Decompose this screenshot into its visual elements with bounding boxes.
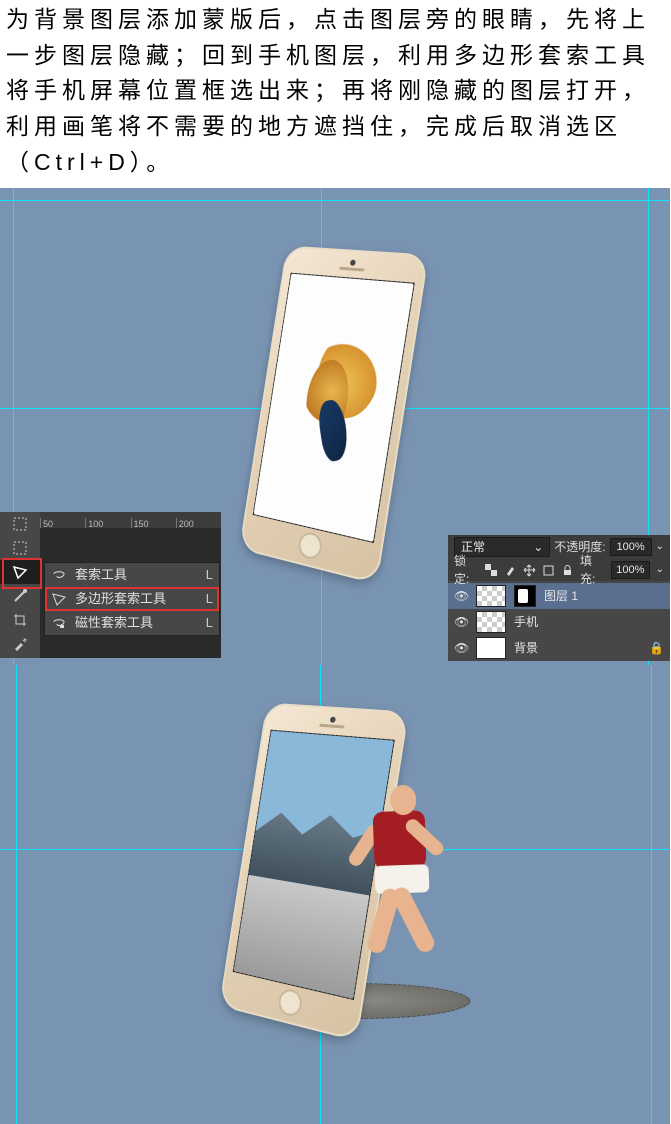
- tool-shortcut: L: [206, 613, 213, 633]
- phone-camera: [330, 717, 336, 723]
- ps-tool-column: [0, 512, 40, 658]
- phone-speaker: [339, 267, 364, 272]
- ruler-tick: 200: [176, 518, 221, 528]
- phone-camera: [350, 260, 356, 266]
- magnetic-lasso-tool-item[interactable]: 磁性套索工具 L: [45, 611, 219, 635]
- ps-layers-panel: 正常 ⌄ 不透明度: 100% ⌄ 锁定: 填充: 100% ⌄: [448, 535, 670, 661]
- lock-icon: 🔒: [649, 639, 664, 658]
- lock-position-icon[interactable]: [523, 564, 536, 577]
- layer-mask-thumbnail[interactable]: [514, 585, 536, 607]
- phone-speaker: [319, 724, 344, 729]
- phone-mockup: [239, 246, 429, 585]
- fill-label: 填充:: [580, 552, 605, 589]
- layers-header-row: 正常 ⌄ 不透明度: 100% ⌄: [448, 535, 670, 559]
- chevron-down-icon[interactable]: ⌄: [656, 539, 664, 555]
- layer-name[interactable]: 手机: [514, 613, 538, 632]
- layers-list: 👁 图层 1 👁 手机 👁 背景 🔒: [448, 581, 670, 661]
- layers-lock-row: 锁定: 填充: 100% ⌄: [448, 559, 670, 581]
- chevron-down-icon: ⌄: [533, 538, 543, 557]
- visibility-eye-icon[interactable]: 👁: [454, 587, 468, 606]
- lasso-icon: [51, 567, 67, 583]
- guide-vertical: [16, 665, 17, 1124]
- guide-vertical: [651, 665, 652, 1124]
- layer-thumbnail[interactable]: [476, 611, 506, 633]
- tool-highlight: [2, 558, 42, 589]
- running-man-graphic: [342, 783, 469, 977]
- layer-thumbnail[interactable]: [476, 585, 506, 607]
- phone-screen-selection: [253, 273, 415, 543]
- layer-name[interactable]: 背景: [514, 639, 538, 658]
- layer-row[interactable]: 👁 手机: [448, 609, 670, 635]
- eyedropper-tool-icon[interactable]: [0, 632, 40, 656]
- lock-all-icon[interactable]: [561, 564, 574, 577]
- magnetic-lasso-icon: [51, 615, 67, 631]
- guide-horizontal: [0, 200, 670, 201]
- tutorial-instruction-text: 为背景图层添加蒙版后，点击图层旁的眼睛，先将上一步图层隐藏；回到手机图层，利用多…: [0, 0, 671, 188]
- phone-home-button: [297, 530, 324, 561]
- tool-shortcut: L: [206, 565, 213, 585]
- lock-pixels-icon[interactable]: [504, 564, 517, 577]
- fill-value-input[interactable]: 100%: [611, 561, 650, 579]
- canvas-step-2: [0, 665, 670, 1124]
- lasso-flyout-menu: 套索工具 L 多边形套索工具 L 磁性套索工具 L: [44, 562, 220, 636]
- tool-item-label: 磁性套索工具: [75, 613, 153, 633]
- crop-tool-icon[interactable]: [0, 608, 40, 632]
- lock-artboard-icon[interactable]: [542, 564, 555, 577]
- lock-transparency-icon[interactable]: [485, 564, 498, 577]
- flyout-highlight: [45, 587, 219, 611]
- screenshot-composite: 50 100 150 200 套索工具 L: [0, 188, 670, 1124]
- ps-ruler: 50 100 150 200: [40, 512, 221, 528]
- layer-thumbnail[interactable]: [476, 637, 506, 659]
- ruler-tick: 100: [85, 518, 130, 528]
- visibility-eye-icon[interactable]: 👁: [454, 639, 468, 658]
- tool-item-label: 套索工具: [75, 565, 127, 585]
- lock-label: 锁定:: [454, 552, 479, 589]
- phone-home-button: [277, 987, 304, 1018]
- move-tool-icon[interactable]: [0, 536, 40, 560]
- ps-tools-flyout: 50 100 150 200 套索工具 L: [0, 512, 221, 658]
- fish-wallpaper: [296, 330, 392, 481]
- canvas-step-1: 50 100 150 200 套索工具 L: [0, 188, 670, 665]
- chevron-down-icon[interactable]: ⌄: [656, 562, 664, 578]
- marquee-tool-icon[interactable]: [0, 512, 40, 536]
- layer-row[interactable]: 👁 图层 1: [448, 583, 670, 609]
- ruler-tick: 50: [40, 518, 85, 528]
- visibility-eye-icon[interactable]: 👁: [454, 613, 468, 632]
- lasso-tool-item[interactable]: 套索工具 L: [45, 563, 219, 587]
- layer-name[interactable]: 图层 1: [544, 587, 578, 606]
- ruler-tick: 150: [131, 518, 176, 528]
- lock-icons: [485, 564, 574, 577]
- opacity-value-input[interactable]: 100%: [610, 538, 652, 556]
- layer-row[interactable]: 👁 背景 🔒: [448, 635, 670, 661]
